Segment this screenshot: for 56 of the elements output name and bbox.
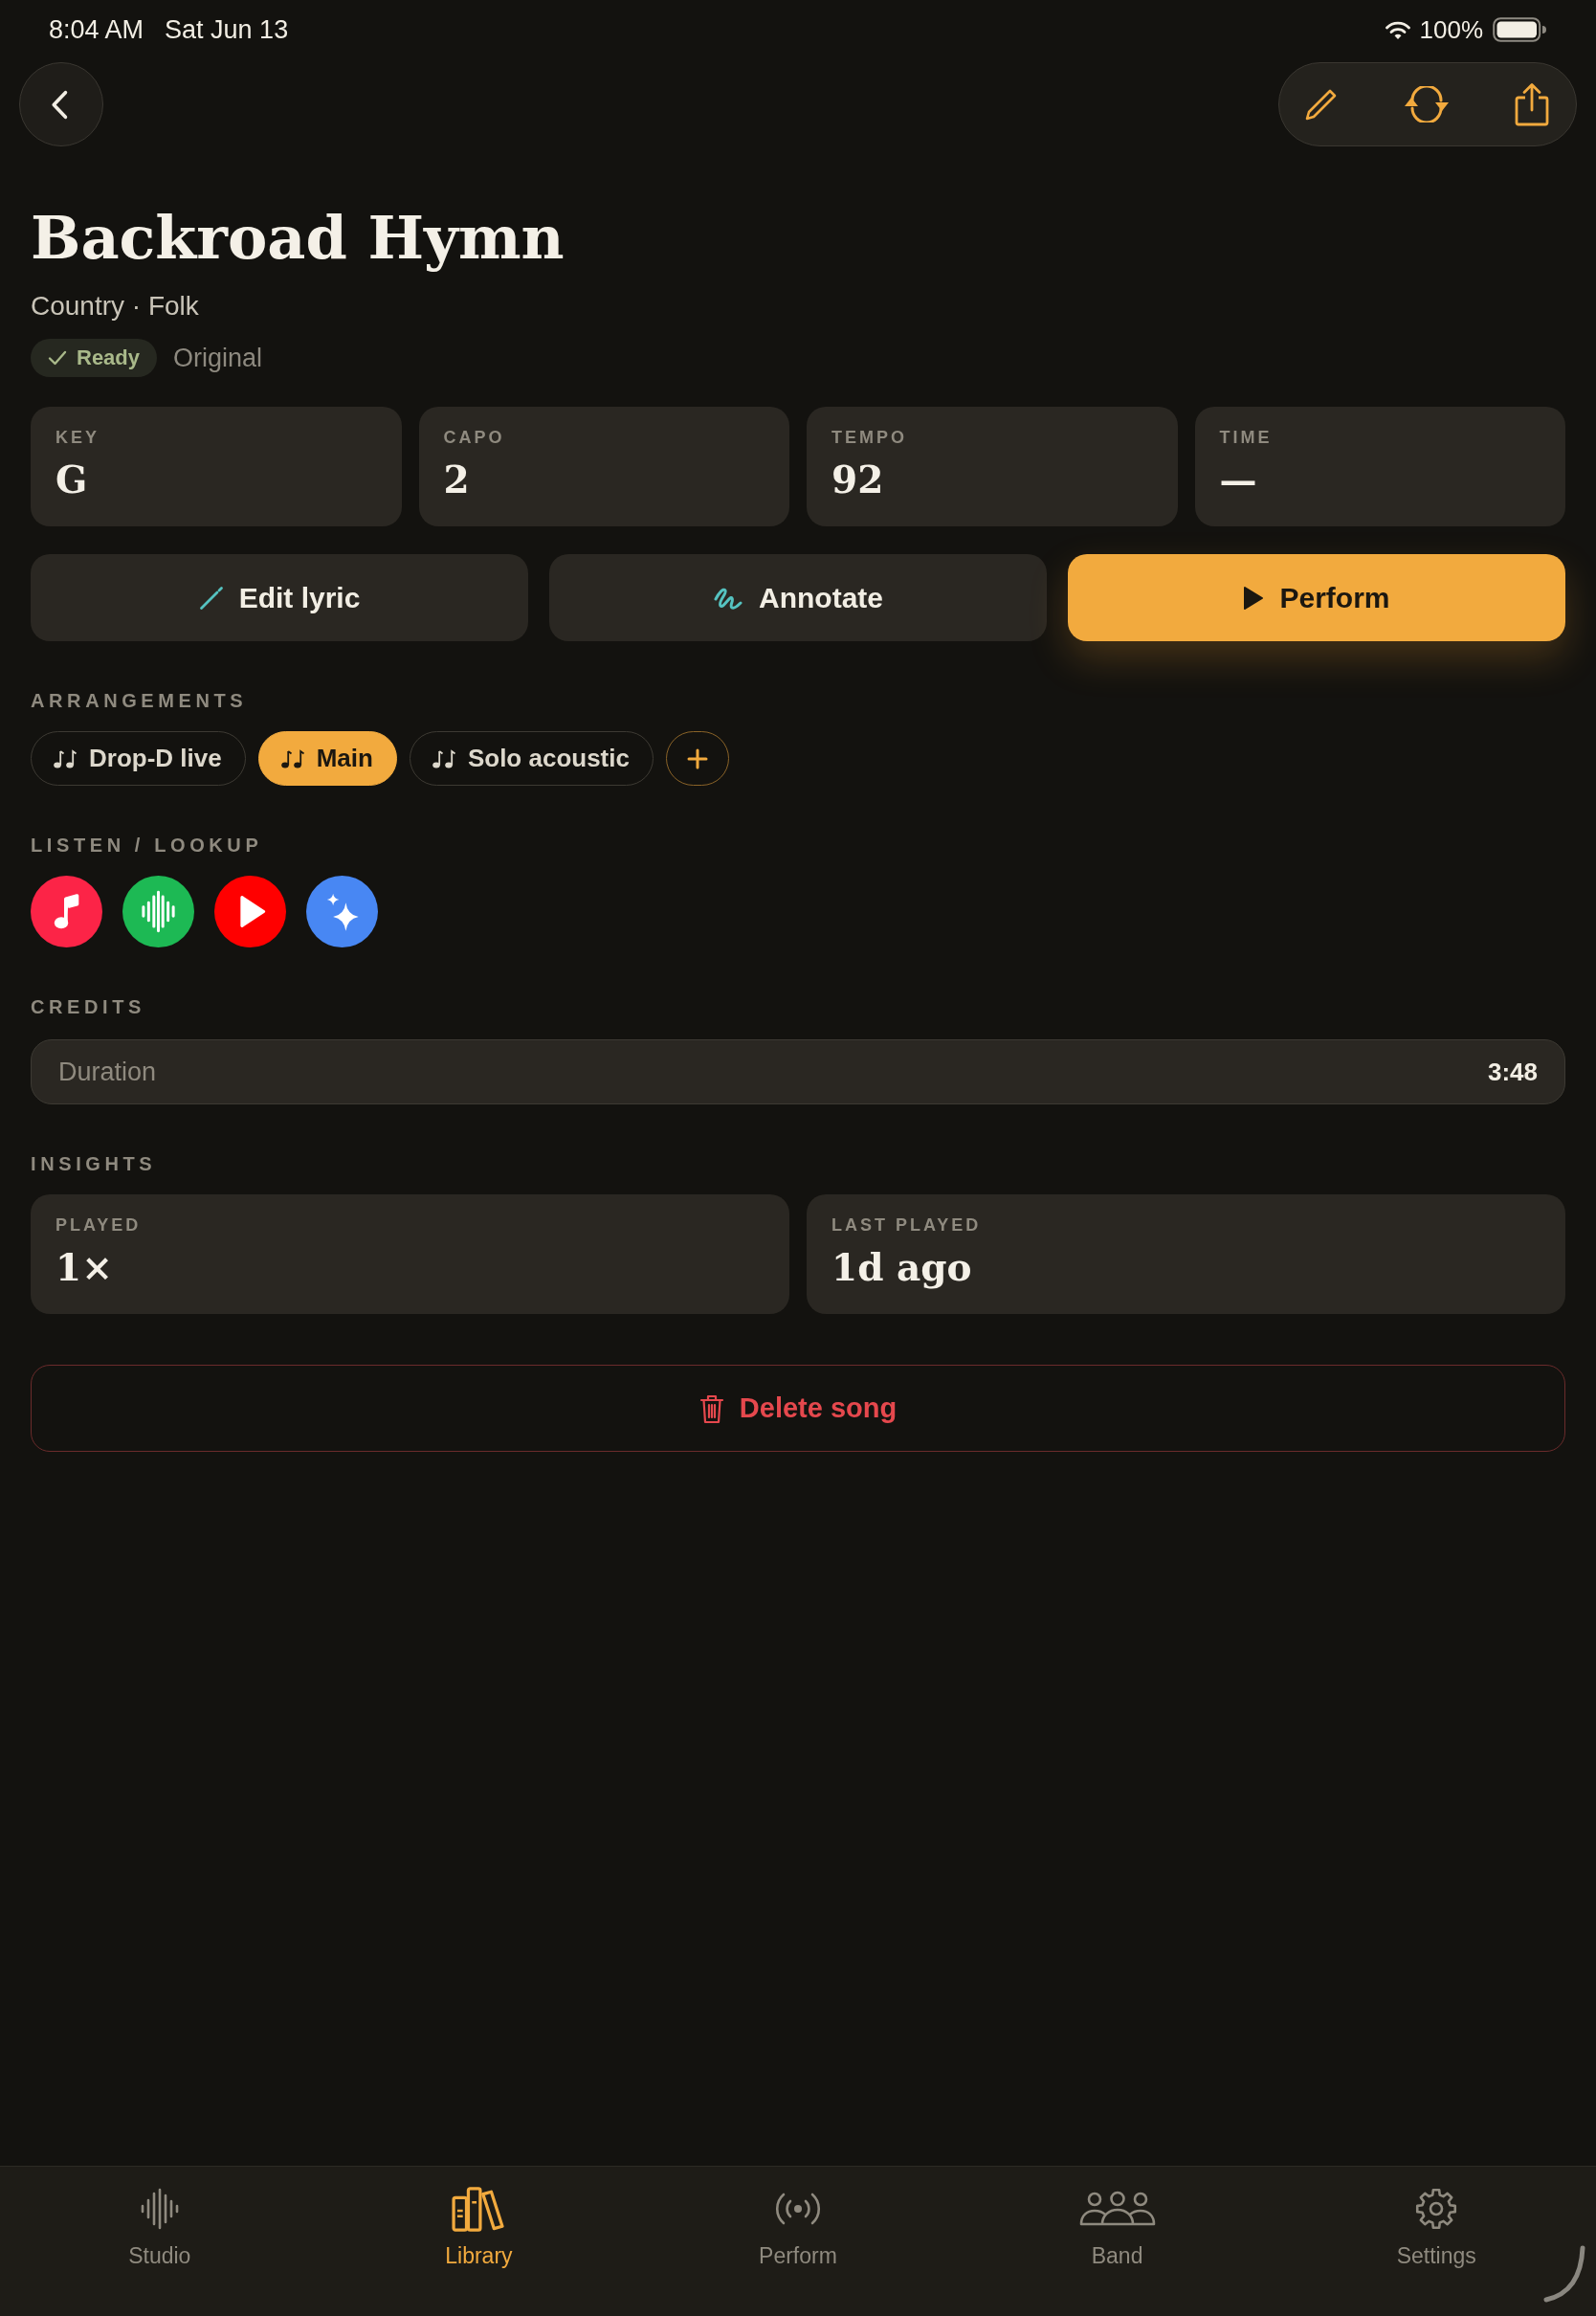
waveform-icon <box>139 2186 180 2232</box>
status-time: 8:04 AM <box>49 14 144 45</box>
version-label: Original <box>173 343 263 373</box>
stat-value: 1d ago <box>831 1244 972 1290</box>
plus-icon <box>686 747 708 769</box>
credit-label: Duration <box>58 1057 157 1087</box>
stat-label: CAPO <box>443 427 505 448</box>
wifi-icon <box>1385 20 1410 39</box>
credit-value: 3:48 <box>1487 1057 1538 1087</box>
primary-button[interactable]: Perform <box>1068 554 1565 641</box>
action-button[interactable]: Annotate <box>549 554 1047 641</box>
song-title: Backroad Hymn <box>31 202 565 275</box>
tab-item[interactable]: Band <box>1021 2186 1213 2291</box>
stat-value: — <box>1219 457 1257 502</box>
arrangement-chip[interactable]: Main <box>257 731 397 786</box>
song-genres: Country · Folk <box>31 290 199 323</box>
delete-button[interactable]: Delete song <box>31 1365 1565 1452</box>
pencil-icon <box>198 585 224 611</box>
trash-icon <box>698 1392 724 1424</box>
stat-label: PLAYED <box>55 1214 142 1236</box>
music-notes-icon <box>431 747 456 769</box>
sparkle-icon[interactable] <box>306 876 378 947</box>
corner-arc-icon <box>1542 2244 1586 2304</box>
battery-percentage: 100% <box>1419 14 1483 45</box>
share-icon[interactable] <box>1515 82 1549 126</box>
settings-icon <box>1415 2186 1458 2232</box>
check-icon <box>48 350 67 366</box>
stat-value: G <box>55 457 88 502</box>
section-heading: LISTEN / LOOKUP <box>31 834 263 857</box>
music-notes-icon <box>279 747 305 769</box>
section-heading: CREDITS <box>31 995 145 1019</box>
play-icon <box>1243 585 1265 611</box>
section-heading: INSIGHTS <box>31 1152 157 1176</box>
stat-label: LAST PLAYED <box>831 1214 982 1236</box>
tab-item[interactable]: Library <box>383 2186 575 2291</box>
pencil-icon[interactable] <box>1304 87 1339 122</box>
stat-label: TEMPO <box>831 427 907 448</box>
stat-value: 2 <box>443 457 470 502</box>
stat-label: TIME <box>1219 427 1273 448</box>
status-label: Ready <box>77 345 141 370</box>
stat-label: KEY <box>55 427 100 448</box>
books-icon <box>451 2186 507 2232</box>
music-notes-icon <box>53 747 78 769</box>
stat-value: 1× <box>55 1244 113 1290</box>
play-icon[interactable] <box>214 876 286 947</box>
chevron-left-icon <box>51 89 68 120</box>
tab-item[interactable]: Settings <box>1341 2186 1533 2291</box>
waveform-icon[interactable] <box>122 876 194 947</box>
section-heading: ARRANGEMENTS <box>31 689 248 713</box>
status-date: Sat Jun 13 <box>165 14 289 45</box>
tab-item[interactable]: Perform <box>702 2186 894 2291</box>
music-note-icon[interactable] <box>31 876 102 947</box>
battery-icon <box>1493 17 1546 42</box>
tab-item[interactable]: Studio <box>63 2186 255 2291</box>
action-button[interactable]: Edit lyric <box>31 554 528 641</box>
stat-value: 92 <box>831 457 884 502</box>
